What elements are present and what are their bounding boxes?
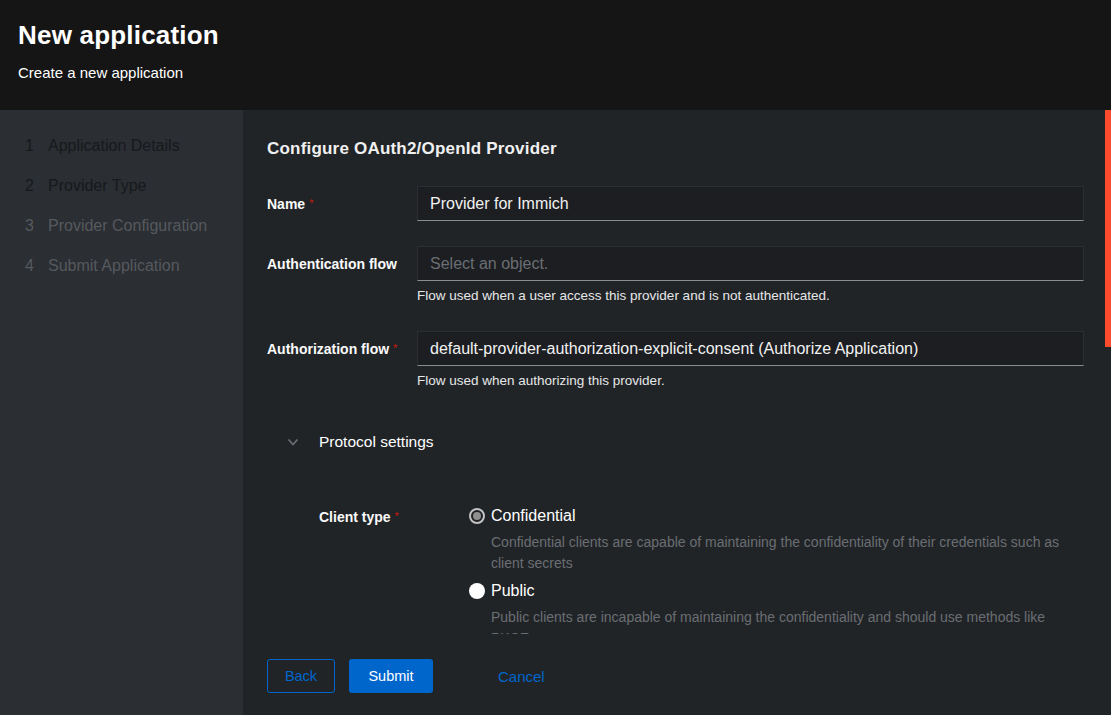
back-button[interactable]: Back: [267, 659, 335, 693]
radio-option-label: Confidential: [491, 508, 576, 524]
authorization-flow-label: Authorization flow*: [267, 331, 417, 388]
client-type-option-confidential[interactable]: Confidential: [469, 508, 1084, 524]
required-asterisk: *: [393, 342, 397, 354]
client-type-label: Client type*: [319, 508, 469, 634]
step-number: 2: [25, 177, 48, 195]
name-label: Name*: [267, 186, 417, 221]
wizard-step-content: Configure OAuth2/OpenId Provider Name* A…: [243, 110, 1111, 634]
radio-unchecked-icon[interactable]: [469, 583, 485, 599]
step-number: 1: [25, 137, 48, 155]
step-content-title: Configure OAuth2/OpenId Provider: [267, 140, 1084, 157]
client-type-option-public[interactable]: Public: [469, 583, 1084, 599]
step-label: Provider Type: [48, 177, 146, 195]
name-input[interactable]: [417, 186, 1084, 221]
authorization-flow-help: Flow used when authorizing this provider…: [417, 373, 1084, 388]
public-description: Public clients are incapable of maintain…: [491, 607, 1071, 634]
step-provider-configuration[interactable]: 3 Provider Configuration: [0, 206, 243, 246]
chevron-down-icon: [287, 436, 299, 448]
wizard-header: New application Create a new application: [0, 0, 1111, 110]
step-provider-type[interactable]: 2 Provider Type: [0, 166, 243, 206]
radio-option-label: Public: [491, 583, 535, 599]
step-label: Submit Application: [48, 257, 180, 275]
protocol-settings-title: Protocol settings: [319, 433, 434, 451]
new-application-wizard: New application Create a new application…: [0, 0, 1111, 715]
authorization-flow-select[interactable]: [417, 331, 1084, 366]
client-type-radio-group: Confidential Confidential clients are ca…: [469, 508, 1084, 634]
step-submit-application[interactable]: 4 Submit Application: [0, 246, 243, 286]
page-title: New application: [18, 20, 1111, 51]
step-number: 3: [25, 217, 48, 235]
step-number: 4: [25, 257, 48, 275]
protocol-settings-header[interactable]: Protocol settings: [267, 433, 1084, 451]
required-asterisk: *: [309, 197, 313, 209]
step-application-details[interactable]: 1 Application Details: [0, 126, 243, 166]
required-asterisk: *: [395, 510, 399, 522]
step-label: Application Details: [48, 137, 180, 155]
authentication-flow-help: Flow used when a user access this provid…: [417, 288, 1084, 303]
wizard-footer: Back Submit Cancel: [243, 634, 1111, 715]
confidential-description: Confidential clients are capable of main…: [491, 532, 1071, 574]
page-subtitle: Create a new application: [18, 65, 1111, 81]
cancel-link[interactable]: Cancel: [498, 659, 545, 685]
radio-checked-icon[interactable]: [469, 508, 485, 524]
authentication-flow-select[interactable]: [417, 246, 1084, 281]
authentication-flow-label: Authentication flow: [267, 246, 417, 303]
submit-button[interactable]: Submit: [349, 659, 433, 693]
scrollbar-thumb[interactable]: [1105, 110, 1111, 347]
step-label: Provider Configuration: [48, 217, 207, 235]
wizard-steps-nav: 1 Application Details 2 Provider Type 3 …: [0, 110, 243, 715]
